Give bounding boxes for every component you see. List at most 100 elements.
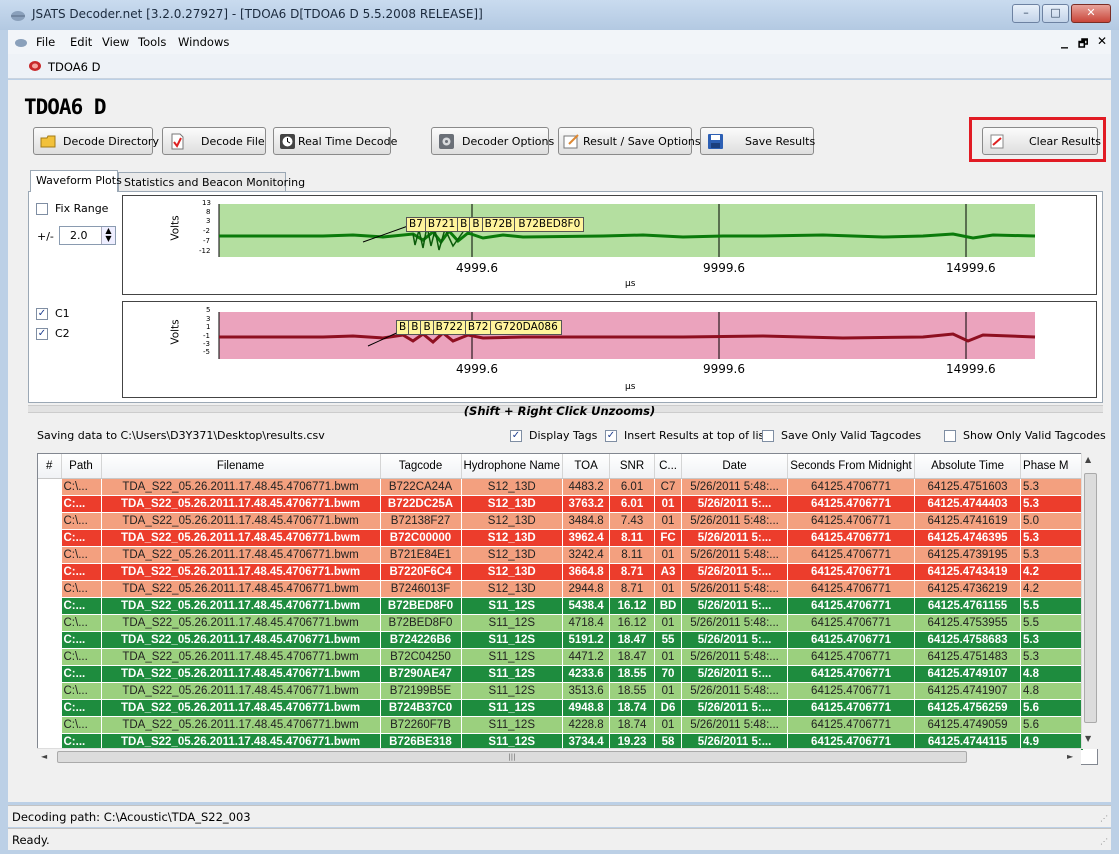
table-row[interactable]: C:\... TDA_S22_05.26.2011.17.48.45.470677…: [38, 648, 1085, 666]
table-cell: 3242.4: [562, 546, 611, 564]
tag-label[interactable]: B722: [432, 320, 466, 335]
table-cell: 4471.2: [562, 648, 611, 666]
menu-tools[interactable]: Tools: [138, 35, 166, 49]
table-cell: 64125.4706771: [787, 631, 916, 649]
table-row[interactable]: C:\... TDA_S22_05.26.2011.17.48.45.470677…: [38, 512, 1085, 530]
column-header[interactable]: Date: [681, 454, 789, 479]
table-row[interactable]: C:... TDA_S22_05.26.2011.17.48.45.4706771…: [38, 631, 1085, 649]
table-cell: C:\...: [61, 682, 102, 700]
table-cell: 01: [654, 512, 683, 530]
scroll-down-arrow[interactable]: ▼: [1085, 734, 1091, 743]
column-header[interactable]: Phase M: [1020, 454, 1085, 479]
scroll-up-arrow[interactable]: ▲: [1085, 455, 1091, 464]
results-grid[interactable]: # Path Filename Tagcode Hydrophone Name …: [37, 453, 1098, 765]
column-header[interactable]: Path: [61, 454, 102, 479]
column-header[interactable]: SNR: [609, 454, 656, 479]
table-cell: 64125.4746395: [914, 529, 1022, 547]
insert-top-checkbox[interactable]: ✓: [605, 430, 617, 442]
maximize-button[interactable]: □: [1042, 4, 1069, 23]
table-row[interactable]: C:\... TDA_S22_05.26.2011.17.48.45.470677…: [38, 546, 1085, 564]
column-header[interactable]: Seconds From Midnight: [787, 454, 916, 479]
mdi-restore-button[interactable]: 🗗: [1078, 35, 1088, 54]
waveform-plot-c2[interactable]: Volts 5 3 1 -1 -3 -5 4999.6 9999.6 14999…: [122, 301, 1097, 398]
column-header[interactable]: Tagcode: [380, 454, 462, 479]
tag-label[interactable]: G720DA086: [490, 320, 562, 335]
column-header[interactable]: #: [38, 454, 62, 479]
plot-c2-xtick: 14999.6: [946, 362, 996, 376]
mdi-app-icon[interactable]: [14, 35, 28, 49]
decoder-options-label: Decoder Options: [462, 135, 555, 148]
mdi-minimize-button[interactable]: _: [1061, 33, 1068, 49]
tab-statistics[interactable]: Statistics and Beacon Monitoring: [118, 172, 305, 192]
column-header[interactable]: TOA: [562, 454, 611, 479]
result-save-options-button[interactable]: Result / Save Options: [558, 127, 701, 155]
table-row[interactable]: C:... TDA_S22_05.26.2011.17.48.45.4706771…: [38, 563, 1085, 581]
tag-label[interactable]: B7: [406, 217, 426, 232]
menu-windows[interactable]: Windows: [178, 35, 229, 49]
column-header[interactable]: Absolute Time: [914, 454, 1022, 479]
table-row[interactable]: C:\... TDA_S22_05.26.2011.17.48.45.470677…: [38, 614, 1085, 632]
real-time-decode-button[interactable]: Real Time Decode: [273, 127, 397, 155]
tag-label[interactable]: B72BED8F0: [514, 217, 585, 232]
table-row[interactable]: C:\... TDA_S22_05.26.2011.17.48.45.470677…: [38, 682, 1085, 700]
menu-file[interactable]: File: [36, 35, 55, 49]
table-cell: B7220F6C4: [380, 563, 462, 581]
table-cell: B722DC25A: [380, 495, 462, 513]
vertical-scroll-thumb[interactable]: [1084, 473, 1097, 723]
decoder-options-button[interactable]: Decoder Options: [431, 127, 554, 155]
table-cell: 01: [654, 716, 683, 734]
document-tab-title[interactable]: TDOA6 D: [48, 60, 100, 74]
resize-grip-icon[interactable]: ⋰: [1100, 814, 1108, 823]
decode-file-button[interactable]: Decode File: [162, 127, 266, 155]
table-cell: B7290AE47: [380, 665, 462, 683]
table-cell: 5/26/2011 5:48:...: [681, 546, 789, 564]
table-cell: C:\...: [61, 546, 102, 564]
scroll-left-arrow[interactable]: ◄: [41, 752, 47, 761]
table-cell: 4.2: [1020, 580, 1085, 598]
c2-checkbox[interactable]: ✓: [36, 328, 48, 340]
grid-vertical-scrollbar[interactable]: ▲ ▼: [1081, 453, 1098, 749]
table-cell: C:\...: [61, 580, 102, 598]
table-row[interactable]: C:... TDA_S22_05.26.2011.17.48.45.4706771…: [38, 699, 1085, 717]
table-row[interactable]: C:... TDA_S22_05.26.2011.17.48.45.4706771…: [38, 665, 1085, 683]
table-row[interactable]: C:\... TDA_S22_05.26.2011.17.48.45.470677…: [38, 716, 1085, 734]
table-cell: [38, 546, 62, 564]
table-cell: 01: [654, 546, 683, 564]
resize-grip-icon[interactable]: ⋰: [1100, 837, 1108, 846]
save-only-valid-checkbox[interactable]: [762, 430, 774, 442]
table-row[interactable]: C:\... TDA_S22_05.26.2011.17.48.45.470677…: [38, 478, 1085, 496]
table-row[interactable]: C:\... TDA_S22_05.26.2011.17.48.45.470677…: [38, 580, 1085, 598]
column-header[interactable]: Hydrophone Name: [461, 454, 564, 479]
tab-waveform-plots[interactable]: Waveform Plots: [30, 170, 122, 192]
menu-view[interactable]: View: [102, 35, 129, 49]
tag-label[interactable]: B721: [424, 217, 459, 232]
table-cell: 18.74: [609, 716, 656, 734]
menu-edit[interactable]: Edit: [70, 35, 92, 49]
c1-checkbox[interactable]: ✓: [36, 308, 48, 320]
display-tags-checkbox[interactable]: ✓: [510, 430, 522, 442]
tag-label[interactable]: B72: [464, 320, 492, 335]
tag-label[interactable]: B72B: [481, 217, 516, 232]
horizontal-scroll-thumb[interactable]: |||: [57, 751, 967, 763]
table-cell: B72199B5E: [380, 682, 462, 700]
column-header[interactable]: Filename: [101, 454, 381, 479]
table-row[interactable]: C:... TDA_S22_05.26.2011.17.48.45.4706771…: [38, 495, 1085, 513]
column-header[interactable]: C...: [654, 454, 683, 479]
range-stepper-arrows[interactable]: ▲ ▼: [101, 227, 115, 244]
close-button[interactable]: ✕: [1071, 4, 1111, 23]
table-row[interactable]: C:... TDA_S22_05.26.2011.17.48.45.4706771…: [38, 529, 1085, 547]
plot-c1-ytick: -12: [199, 247, 211, 255]
fix-range-checkbox[interactable]: [36, 203, 48, 215]
scroll-right-arrow[interactable]: ►: [1067, 752, 1073, 761]
waveform-plot-c1[interactable]: Volts 13 8 3 -2 -7 -12 4999.6 9999.6 149…: [122, 195, 1097, 295]
minimize-button[interactable]: –: [1012, 4, 1040, 23]
table-cell: 5.3: [1020, 648, 1085, 666]
table-row[interactable]: C:... TDA_S22_05.26.2011.17.48.45.4706771…: [38, 597, 1085, 615]
show-only-valid-checkbox[interactable]: [944, 430, 956, 442]
save-results-button[interactable]: Save Results: [700, 127, 815, 155]
grid-horizontal-scrollbar[interactable]: ◄ ||| ►: [37, 748, 1081, 765]
table-cell: B72BED8F0: [380, 614, 462, 632]
mdi-close-button[interactable]: ✕: [1097, 34, 1107, 48]
decode-directory-button[interactable]: Decode Directory: [33, 127, 159, 155]
range-stepper[interactable]: 2.0 ▲ ▼: [59, 226, 116, 245]
